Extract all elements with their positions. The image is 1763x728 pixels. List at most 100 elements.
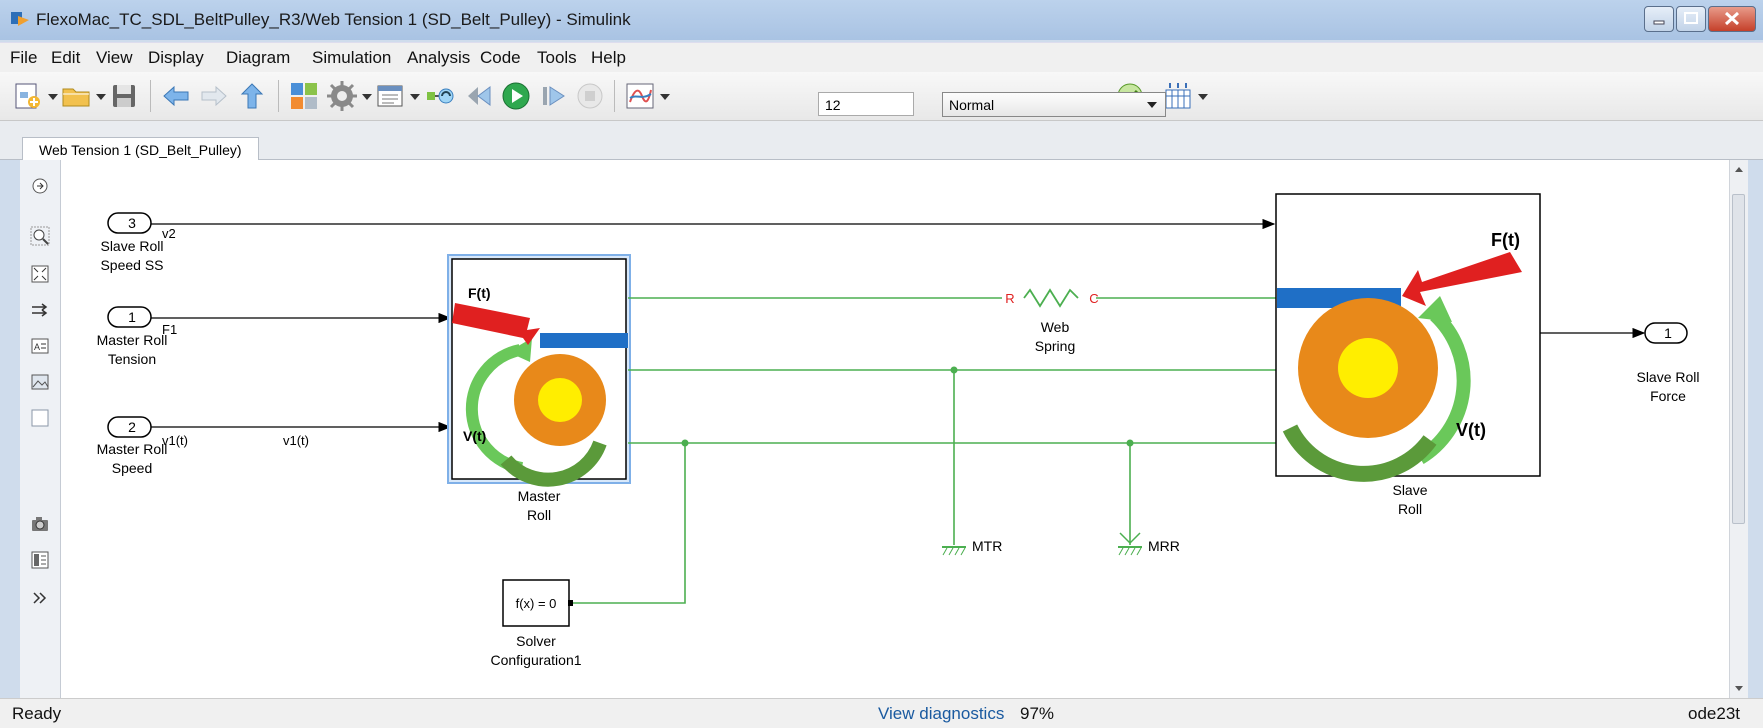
scope-record-icon[interactable] [624,80,656,112]
menu-code[interactable]: Code [480,48,521,68]
up-arrow-icon[interactable] [236,80,268,112]
build-model-icon[interactable] [1162,80,1194,112]
signal-f1-label: F1 [162,322,177,337]
save-icon[interactable] [108,80,140,112]
scrollbar-thumb[interactable] [1732,194,1745,524]
outport-1-label-line1: Slave Roll [1636,369,1699,385]
menu-display[interactable]: Display [148,48,204,68]
inport-1-label-line1: Master Roll [97,332,168,348]
menu-tools[interactable]: Tools [537,48,577,68]
hide-explorer-icon[interactable] [30,176,50,196]
outport-1-block[interactable]: 1 [1644,322,1688,344]
mtr-ground-block[interactable] [942,546,966,556]
view-diagnostics-link[interactable]: View diagnostics [878,704,1004,724]
build-dropdown-icon[interactable] [1198,94,1208,100]
inport-2-number: 2 [128,419,136,435]
inport-2-label-line2: Speed [112,460,152,476]
inport-3-label-line2: Speed SS [100,257,163,273]
menu-edit[interactable]: Edit [51,48,80,68]
master-belt-bar [540,333,628,348]
open-folder-icon[interactable] [60,80,92,112]
web-spring-block[interactable]: R C [1005,288,1099,308]
signal-v2-label: v2 [162,226,176,241]
tab-web-tension-1[interactable]: Web Tension 1 (SD_Belt_Pulley) [22,137,259,162]
menu-view[interactable]: View [96,48,133,68]
update-diagram-icon[interactable] [424,80,456,112]
zoom-in-icon[interactable] [30,226,50,246]
expand-palette-icon[interactable] [30,588,50,608]
inport-2-label-line1: Master Roll [97,441,168,457]
status-ready: Ready [12,704,62,723]
area-icon[interactable] [30,408,50,428]
spring-port-r: R [1005,291,1014,306]
solver-name[interactable]: ode23t [1688,704,1740,724]
menu-simulation[interactable]: Simulation [312,48,391,68]
stop-time-input[interactable]: 12 [818,92,914,116]
library-browser-icon[interactable] [288,80,320,112]
mtr-label: MTR [972,538,1002,554]
gear-icon[interactable] [326,80,358,112]
master-velocity-label: V(t) [463,428,486,444]
run-icon[interactable] [500,80,532,112]
minimize-button[interactable] [1644,6,1674,32]
back-arrow-icon[interactable] [160,80,192,112]
slave-force-label: F(t) [1491,230,1520,250]
close-button[interactable] [1708,6,1756,32]
window-title: FlexoMac_TC_SDL_BeltPulley_R3/Web Tensio… [36,10,631,29]
slave-roll-block[interactable]: F(t) V(t) [1275,193,1541,482]
settings-dropdown-icon[interactable] [362,94,372,100]
menu-help[interactable]: Help [591,48,626,68]
status-bar: Ready View diagnostics 97% ode23t [0,698,1763,728]
new-model-icon[interactable] [12,80,44,112]
model-explorer-icon[interactable] [374,80,406,112]
simulation-mode-select[interactable]: Normal [942,92,1166,117]
maximize-button[interactable] [1676,6,1706,32]
solver-configuration-block[interactable]: f(x) = 0 [502,579,573,627]
spring-port-c: C [1089,291,1098,306]
fit-view-icon[interactable] [30,264,50,284]
scroll-up-icon[interactable] [1730,160,1748,178]
image-icon[interactable] [30,372,50,392]
inport-2-block[interactable]: 2 [107,416,152,438]
camera-icon[interactable] [30,514,50,534]
chevron-down-icon [1147,102,1157,108]
toolbar-separator [150,80,151,112]
toolbar-separator [278,80,279,112]
solver-name-line1: Solver [516,633,556,649]
inport-1-block[interactable]: 1 [107,306,152,328]
record-dropdown-icon[interactable] [660,94,670,100]
toolbar-separator [614,80,615,112]
zoom-level: 97% [1020,704,1055,723]
step-forward-icon[interactable] [538,80,570,112]
scroll-down-icon[interactable] [1730,680,1748,698]
stop-icon[interactable] [574,80,606,112]
signal-route-icon[interactable] [30,300,50,320]
slave-velocity-label: V(t) [1456,420,1486,440]
menu-file[interactable]: File [10,48,37,68]
title-bar[interactable]: FlexoMac_TC_SDL_BeltPulley_R3/Web Tensio… [0,0,1763,40]
inport-3-block[interactable]: 3 [107,212,152,234]
new-model-dropdown-icon[interactable] [48,94,58,100]
slave-roll-name-line1: Slave [1392,482,1427,498]
menu-diagram[interactable]: Diagram [226,48,290,68]
vertical-scrollbar[interactable] [1729,160,1748,698]
open-dropdown-icon[interactable] [96,94,106,100]
menu-analysis[interactable]: Analysis [407,48,470,68]
solver-expression: f(x) = 0 [516,596,557,611]
explorer-dropdown-icon[interactable] [410,94,420,100]
forward-arrow-icon[interactable] [198,80,230,112]
spring-name-line2: Spring [1035,338,1075,354]
step-back-icon[interactable] [464,80,496,112]
left-palette: A [20,160,61,698]
inport-1-label-line2: Tension [108,351,156,367]
inport-1-number: 1 [128,309,136,325]
master-roll-block[interactable]: F(t) V(t) [447,254,631,487]
property-inspector-icon[interactable] [30,550,50,570]
model-canvas[interactable]: 3 Slave Roll Speed SS v2 1 Master Roll T… [61,160,1729,698]
master-roll-core [538,378,582,422]
master-roll-name-line2: Roll [527,507,551,523]
block-diagram: 3 Slave Roll Speed SS v2 1 Master Roll T… [97,193,1700,668]
annotation-icon[interactable]: A [30,336,50,356]
maximize-icon [1684,12,1698,24]
simulink-window: FlexoMac_TC_SDL_BeltPulley_R3/Web Tensio… [0,0,1763,728]
